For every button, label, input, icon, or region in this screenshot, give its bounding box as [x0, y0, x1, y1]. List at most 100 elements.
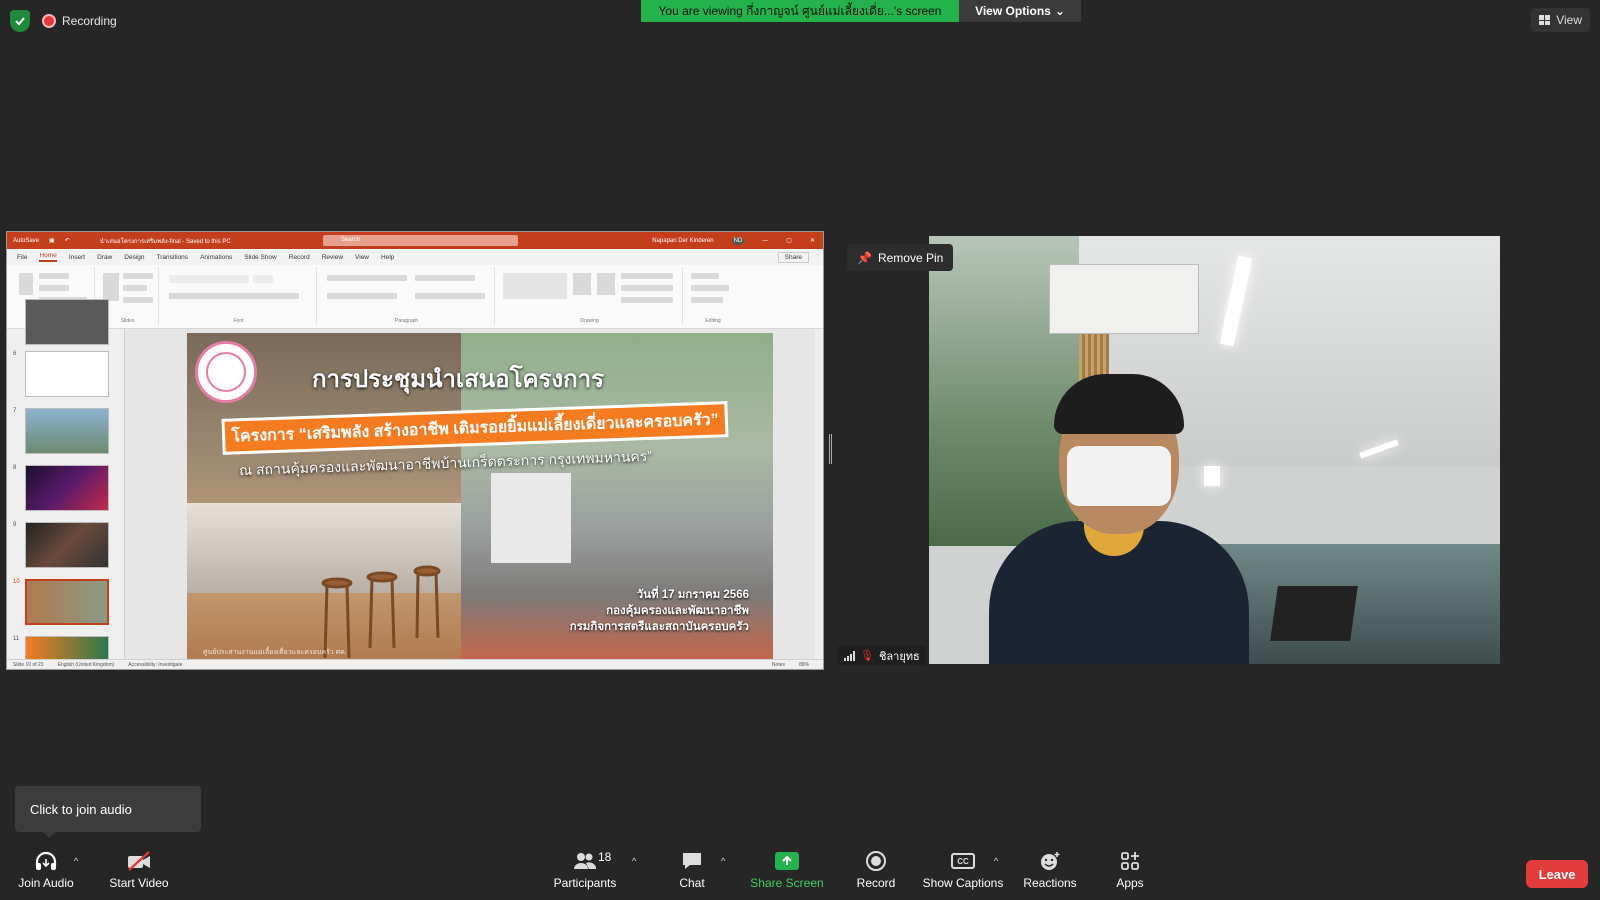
tab-insert[interactable]: Insert [69, 254, 85, 261]
participants-caret-icon[interactable]: ^ [632, 856, 636, 866]
chat-button[interactable]: Chat [676, 848, 708, 900]
recording-dot-icon [42, 14, 56, 28]
ppt-share-button[interactable]: Share [777, 251, 809, 263]
split-view-handle[interactable] [829, 434, 832, 464]
thumb-number: 10 [13, 579, 20, 585]
apps-button[interactable]: Apps [1110, 848, 1150, 900]
video-off-icon [125, 848, 153, 874]
slide-footer: ศูนย์ประสานงานแม่เลี้ยงเดี่ยวและครอบครัว… [203, 649, 347, 656]
thumb-number: 8 [13, 465, 17, 471]
participant-name-tag: 🎙 ชิลายุทธ [838, 646, 926, 665]
recording-indicator[interactable]: Recording [42, 10, 117, 32]
tab-draw[interactable]: Draw [97, 254, 112, 261]
slide-thumbnail[interactable] [25, 299, 109, 345]
ppt-file-title: นำเสนอโครงการเสริมพลัง-final - Saved to … [99, 238, 231, 245]
tab-design[interactable]: Design [124, 254, 144, 261]
ribbon-label-font: Font [233, 318, 244, 324]
signal-strength-icon [844, 650, 855, 661]
view-label: View [1556, 13, 1582, 27]
record-label: Record [856, 876, 896, 890]
slide-info-block: วันที่ 17 มกราคม 2566 กองคุ้มครองและพัฒน… [570, 587, 749, 635]
tab-transitions[interactable]: Transitions [157, 254, 189, 261]
tab-animations[interactable]: Animations [200, 254, 232, 261]
captions-caret-icon[interactable]: ^ [994, 856, 998, 866]
reactions-button[interactable]: Reactions [1022, 848, 1078, 900]
slide-thumbnail[interactable] [25, 522, 109, 568]
join-audio-label: Join Audio [18, 876, 74, 890]
ppt-user-avatar[interactable]: ND [731, 236, 745, 245]
status-language[interactable]: English (United Kingdom) [58, 662, 115, 668]
view-options-button[interactable]: View Options ⌄ [959, 0, 1081, 22]
ppt-user-name: Napapan Der Kinderen [652, 237, 714, 244]
start-video-button[interactable]: Start Video [107, 848, 171, 900]
ribbon-label-editing: Editing [705, 318, 721, 324]
slide-thumbnail-pane[interactable]: 6 7 8 9 10 11 [7, 299, 125, 669]
apps-label: Apps [1116, 876, 1144, 890]
ribbon-editing[interactable]: Editing [685, 267, 741, 325]
status-slide-count: Slide 10 of 23 [13, 661, 44, 668]
share-screen-button[interactable]: Share Screen [750, 848, 824, 900]
ppt-ribbon-tabs: File Home Insert Draw Design Transitions… [7, 249, 823, 265]
slide-thumbnail[interactable] [25, 408, 109, 454]
tab-file[interactable]: File [17, 254, 27, 261]
tab-help[interactable]: Help [381, 254, 394, 261]
autosave-label[interactable]: AutoSave [13, 238, 39, 244]
recording-label: Recording [62, 14, 117, 28]
view-button[interactable]: View [1531, 8, 1590, 32]
tab-record[interactable]: Record [289, 254, 310, 261]
thumb-number: 7 [13, 408, 17, 414]
close-icon[interactable]: ✕ [810, 237, 815, 244]
show-captions-button[interactable]: CC Show Captions [922, 848, 1004, 900]
ppt-ribbon: Clipboard Slides Font Paragraph [7, 265, 823, 329]
participant-video[interactable] [929, 236, 1500, 664]
status-notes[interactable]: Notes [772, 662, 785, 668]
slide-thumbnail-selected[interactable] [25, 579, 109, 625]
ribbon-label-drawing: Drawing [580, 318, 599, 324]
participants-label: Participants [553, 876, 617, 890]
chat-bubble-icon [680, 848, 704, 874]
ppt-search-box[interactable]: Search [323, 235, 518, 246]
tab-slide-show[interactable]: Slide Show [244, 254, 277, 261]
ribbon-label-paragraph: Paragraph [394, 318, 419, 324]
ppt-workspace: 6 7 8 9 10 11 การประชุมนำเสนอโครงการ โคร… [7, 299, 823, 669]
share-screen-label: Share Screen [750, 876, 824, 890]
smiley-icon [1038, 848, 1062, 874]
ribbon-paragraph[interactable]: Paragraph [319, 267, 495, 325]
tab-review[interactable]: Review [322, 254, 343, 261]
start-video-label: Start Video [109, 876, 169, 890]
chat-caret-icon[interactable]: ^ [721, 856, 725, 866]
save-icon[interactable]: ▣ [49, 237, 55, 244]
audio-options-caret-icon[interactable]: ^ [74, 856, 78, 866]
thumb-number: 6 [13, 351, 17, 357]
security-shield-icon[interactable] [10, 10, 30, 32]
participants-icon: 18 [572, 848, 611, 874]
shared-screen[interactable]: AutoSave ▣ ↶ นำเสนอโครงการเสริมพลัง-fina… [6, 231, 824, 670]
remove-pin-button[interactable]: 📌 Remove Pin [847, 244, 954, 271]
ppt-status-bar: Slide 10 of 23 English (United Kingdom) … [7, 659, 823, 669]
join-audio-tooltip[interactable]: Click to join audio [15, 786, 201, 838]
apps-icon [1119, 848, 1141, 874]
slide-thumbnail[interactable] [25, 351, 109, 397]
slide-title: การประชุมนำเสนอโครงการ [312, 366, 605, 393]
status-accessibility[interactable]: Accessibility: Investigate [128, 662, 182, 668]
reactions-label: Reactions [1023, 876, 1077, 890]
participants-count: 18 [598, 850, 612, 864]
thumb-number: 9 [13, 522, 17, 528]
participants-button[interactable]: 18 Participants [551, 848, 619, 900]
leave-button[interactable]: Leave [1526, 860, 1588, 888]
ministry-logo [195, 341, 257, 403]
ribbon-drawing[interactable]: Drawing [497, 267, 683, 325]
ribbon-font[interactable]: Font [161, 267, 317, 325]
current-slide[interactable]: การประชุมนำเสนอโครงการ โครงการ “เสริมพลั… [187, 333, 773, 662]
tab-view[interactable]: View [355, 254, 369, 261]
undo-icon[interactable]: ↶ [65, 237, 70, 244]
minimize-icon[interactable]: — [762, 238, 768, 244]
status-zoom[interactable]: 86% [799, 662, 809, 668]
maximize-icon[interactable]: ▢ [786, 237, 792, 244]
slide-thumbnail[interactable] [25, 465, 109, 511]
tab-home[interactable]: Home [39, 252, 57, 262]
headphones-icon [33, 848, 59, 874]
join-audio-button[interactable]: Join Audio [15, 848, 77, 900]
record-button[interactable]: Record [853, 848, 899, 900]
slide-scrollbar[interactable] [815, 329, 823, 661]
